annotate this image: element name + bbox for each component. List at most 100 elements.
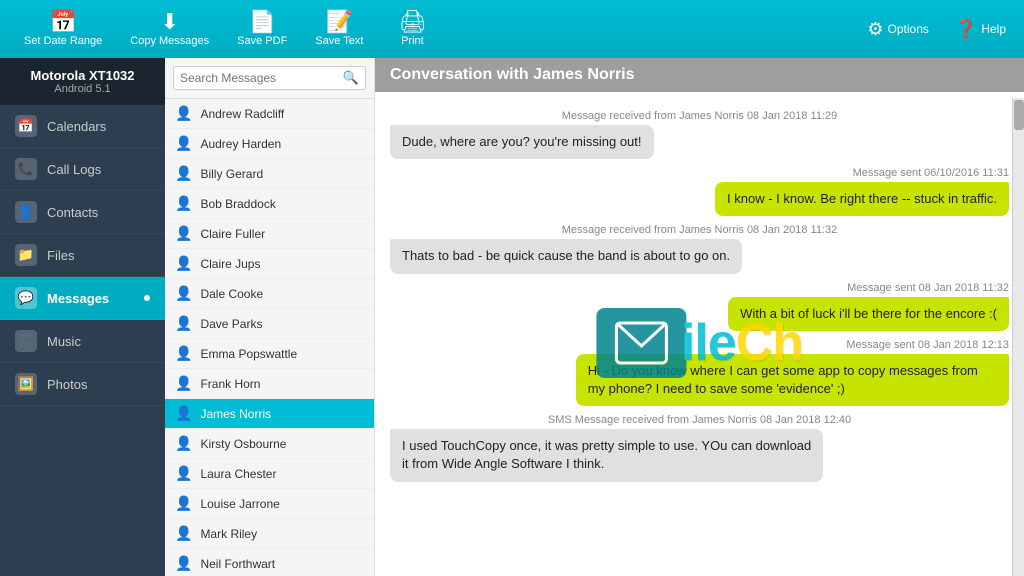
conversation-title: Conversation with James Norris bbox=[390, 66, 635, 84]
contact-name: Claire Fuller bbox=[200, 227, 265, 241]
message-meta: Message received from James Norris 08 Ja… bbox=[390, 224, 1009, 236]
message-bubble-wrap: Dude, where are you? you're missing out! bbox=[390, 125, 1009, 159]
sidebar-item-messages[interactable]: 💬 Messages bbox=[0, 277, 165, 320]
device-os: Android 5.1 bbox=[12, 83, 153, 95]
sidebar-item-label: Calendars bbox=[47, 119, 106, 134]
help-button[interactable]: ❓ Help bbox=[947, 15, 1014, 44]
sidebar-item-calendars[interactable]: 📅 Calendars bbox=[0, 105, 165, 148]
list-item[interactable]: 👤 Claire Fuller bbox=[165, 219, 374, 249]
contact-panel: 🔍 👤 Andrew Radcliff 👤 Audrey Harden 👤 Bi… bbox=[165, 58, 375, 576]
copy-icon: ⬇ bbox=[161, 11, 179, 33]
person-icon: 👤 bbox=[175, 555, 192, 572]
list-item[interactable]: 👤 Emma Popswattle bbox=[165, 339, 374, 369]
person-icon: 👤 bbox=[175, 105, 192, 122]
list-item[interactable]: 👤 Louise Jarrone bbox=[165, 489, 374, 519]
person-icon: 👤 bbox=[175, 135, 192, 152]
message-bubble-wrap: With a bit of luck i'll be there for the… bbox=[390, 297, 1009, 331]
save-pdf-button[interactable]: 📄 Save PDF bbox=[223, 7, 301, 51]
person-icon: 👤 bbox=[175, 285, 192, 302]
conversation-scroll[interactable]: Message received from James Norris 08 Ja… bbox=[375, 92, 1024, 576]
toolbar-right: ⚙ Options ❓ Help bbox=[859, 15, 1014, 44]
list-item[interactable]: 👤 Kirsty Osbourne bbox=[165, 429, 374, 459]
contact-name: Louise Jarrone bbox=[200, 497, 279, 511]
contact-name: Audrey Harden bbox=[200, 137, 281, 151]
message-bubble: Hi - Do you know where I can get some ap… bbox=[576, 354, 1009, 406]
list-item[interactable]: 👤 Billy Gerard bbox=[165, 159, 374, 189]
list-item[interactable]: 👤 Claire Jups bbox=[165, 249, 374, 279]
person-icon: 👤 bbox=[175, 405, 192, 422]
contact-name: Bob Braddock bbox=[200, 197, 275, 211]
contact-name: Laura Chester bbox=[200, 467, 276, 481]
sidebar-item-photos[interactable]: 🖼️ Photos bbox=[0, 363, 165, 406]
call-logs-icon: 📞 bbox=[15, 158, 37, 180]
list-item[interactable]: 👤 Andrew Radcliff bbox=[165, 99, 374, 129]
search-input[interactable] bbox=[180, 71, 343, 85]
sidebar: Motorola XT1032 Android 5.1 📅 Calendars … bbox=[0, 58, 165, 576]
message-meta: Message sent 08 Jan 2018 12:13 bbox=[390, 339, 1009, 351]
save-text-button[interactable]: 📝 Save Text bbox=[301, 7, 377, 51]
message-bubble-wrap: Hi - Do you know where I can get some ap… bbox=[390, 354, 1009, 406]
list-item[interactable]: 👤 Dave Parks bbox=[165, 309, 374, 339]
sidebar-item-files[interactable]: 📁 Files bbox=[0, 234, 165, 277]
sidebar-item-label: Music bbox=[47, 334, 81, 349]
contact-name: Mark Riley bbox=[200, 527, 257, 541]
print-button[interactable]: 🖨 Print bbox=[377, 7, 447, 51]
sidebar-item-label: Files bbox=[47, 248, 74, 263]
text-icon: 📝 bbox=[326, 11, 353, 33]
person-icon: 👤 bbox=[175, 225, 192, 242]
search-input-wrap: 🔍 bbox=[173, 66, 366, 90]
sidebar-item-label: Photos bbox=[47, 377, 87, 392]
list-item[interactable]: 👤 Mark Riley bbox=[165, 519, 374, 549]
person-icon: 👤 bbox=[175, 525, 192, 542]
list-item[interactable]: 👤 Audrey Harden bbox=[165, 129, 374, 159]
message-bubble: Dude, where are you? you're missing out! bbox=[390, 125, 654, 159]
scroll-thumb[interactable] bbox=[1014, 100, 1024, 130]
person-icon: 👤 bbox=[175, 195, 192, 212]
files-icon: 📁 bbox=[15, 244, 37, 266]
sidebar-item-label: Messages bbox=[47, 291, 109, 306]
main-layout: Motorola XT1032 Android 5.1 📅 Calendars … bbox=[0, 58, 1024, 576]
message-bubble-wrap: Thats to bad - be quick cause the band i… bbox=[390, 239, 1009, 273]
list-item[interactable]: 👤 Neil Forthwart bbox=[165, 549, 374, 576]
contact-name: Neil Forthwart bbox=[200, 557, 275, 571]
nav-list: 📅 Calendars 📞 Call Logs 👤 Contacts 📁 Fil… bbox=[0, 105, 165, 406]
contact-name: Billy Gerard bbox=[200, 167, 263, 181]
sidebar-item-label: Contacts bbox=[47, 205, 98, 220]
conversation-panel: Conversation with James Norris Message r… bbox=[375, 58, 1024, 576]
sidebar-item-call-logs[interactable]: 📞 Call Logs bbox=[0, 148, 165, 191]
sidebar-item-contacts[interactable]: 👤 Contacts bbox=[0, 191, 165, 234]
set-date-range-button[interactable]: 📅 Set Date Range bbox=[10, 7, 116, 51]
contact-name: Andrew Radcliff bbox=[200, 107, 284, 121]
gear-icon: ⚙ bbox=[867, 19, 883, 40]
message-meta: SMS Message received from James Norris 0… bbox=[390, 414, 1009, 426]
contact-name: Dave Parks bbox=[200, 317, 262, 331]
message-bubble-wrap: I used TouchCopy once, it was pretty sim… bbox=[390, 429, 1009, 481]
person-icon: 👤 bbox=[175, 495, 192, 512]
toolbar: 📅 Set Date Range ⬇ Copy Messages 📄 Save … bbox=[0, 0, 1024, 58]
message-meta: Message sent 06/10/2016 11:31 bbox=[390, 167, 1009, 179]
list-item[interactable]: 👤 Dale Cooke bbox=[165, 279, 374, 309]
print-icon: 🖨 bbox=[398, 11, 426, 33]
list-item[interactable]: 👤 Bob Braddock bbox=[165, 189, 374, 219]
help-icon: ❓ bbox=[955, 19, 977, 40]
person-icon: 👤 bbox=[175, 315, 192, 332]
search-box: 🔍 bbox=[165, 58, 374, 99]
list-item[interactable]: 👤 Frank Horn bbox=[165, 369, 374, 399]
copy-messages-button[interactable]: ⬇ Copy Messages bbox=[116, 7, 223, 51]
person-icon: 👤 bbox=[175, 345, 192, 362]
list-item[interactable]: 👤 Laura Chester bbox=[165, 459, 374, 489]
contact-name: Claire Jups bbox=[200, 257, 260, 271]
contacts-icon: 👤 bbox=[15, 201, 37, 223]
sidebar-item-label: Call Logs bbox=[47, 162, 101, 177]
sidebar-item-music[interactable]: 🎵 Music bbox=[0, 320, 165, 363]
device-info: Motorola XT1032 Android 5.1 bbox=[0, 58, 165, 105]
messages-icon: 💬 bbox=[15, 287, 37, 309]
contact-name: Emma Popswattle bbox=[200, 347, 297, 361]
message-bubble-wrap: I know - I know. Be right there -- stuck… bbox=[390, 182, 1009, 216]
options-button[interactable]: ⚙ Options bbox=[859, 15, 937, 44]
search-icon: 🔍 bbox=[343, 70, 359, 86]
person-icon: 👤 bbox=[175, 375, 192, 392]
list-item[interactable]: 👤 James Norris bbox=[165, 399, 374, 429]
contact-name: Kirsty Osbourne bbox=[200, 437, 286, 451]
active-dot bbox=[144, 295, 150, 301]
